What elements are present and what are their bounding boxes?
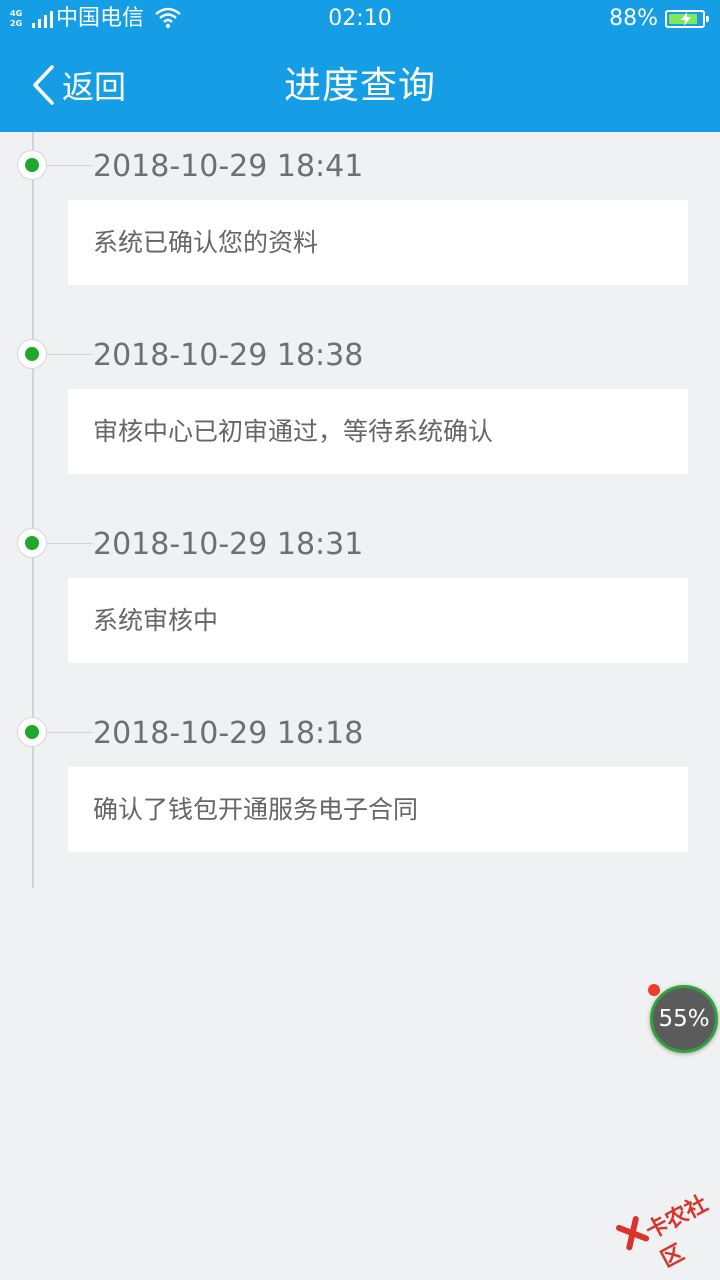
page-title: 进度查询 [284,64,436,107]
connector-line [47,165,92,166]
status-dot [17,339,47,369]
watermark-text: 卡农社区 [642,1191,713,1273]
entry-card: 系统审核中 [68,578,688,663]
connector-line [47,732,92,733]
entry-timestamp: 2018-10-29 18:38 [93,338,364,373]
connector-line [47,354,92,355]
widget-percent: 55% [658,1006,710,1032]
entry-text: 系统已确认您的资料 [93,228,319,257]
timeline-entry: 2018-10-29 18:38 审核中心已初审通过，等待系统确认 [0,338,720,499]
status-dot [17,717,47,747]
status-bar: 4G 2G 中国电信 02:10 88% [0,0,720,38]
timeline-entry: 2018-10-29 18:41 系统已确认您的资料 [0,149,720,310]
nav-bar: 返回 进度查询 [0,38,720,132]
entry-timestamp: 2018-10-29 18:41 [93,149,364,184]
timeline-entry: 2018-10-29 18:31 系统审核中 [0,527,720,688]
battery-charging-icon [665,10,709,28]
entry-text: 审核中心已初审通过，等待系统确认 [93,417,494,446]
entry-text: 确认了钱包开通服务电子合同 [93,795,419,824]
entry-timestamp: 2018-10-29 18:18 [93,716,364,751]
entry-text: 系统审核中 [93,606,219,635]
status-dot [17,528,47,558]
timeline-entry: 2018-10-29 18:18 确认了钱包开通服务电子合同 [0,716,720,877]
entry-card: 系统已确认您的资料 [68,200,688,285]
entry-card: 审核中心已初审通过，等待系统确认 [68,389,688,474]
watermark-logo: 卡农社区 [610,1170,720,1273]
battery-percent: 88% [609,6,658,31]
floating-speed-widget[interactable]: 55% [648,984,718,1053]
entry-timestamp: 2018-10-29 18:31 [93,527,364,562]
connector-line [47,543,92,544]
entry-card: 确认了钱包开通服务电子合同 [68,767,688,852]
status-dot [17,150,47,180]
header: 4G 2G 中国电信 02:10 88% 返回 进度查询 [0,0,720,132]
